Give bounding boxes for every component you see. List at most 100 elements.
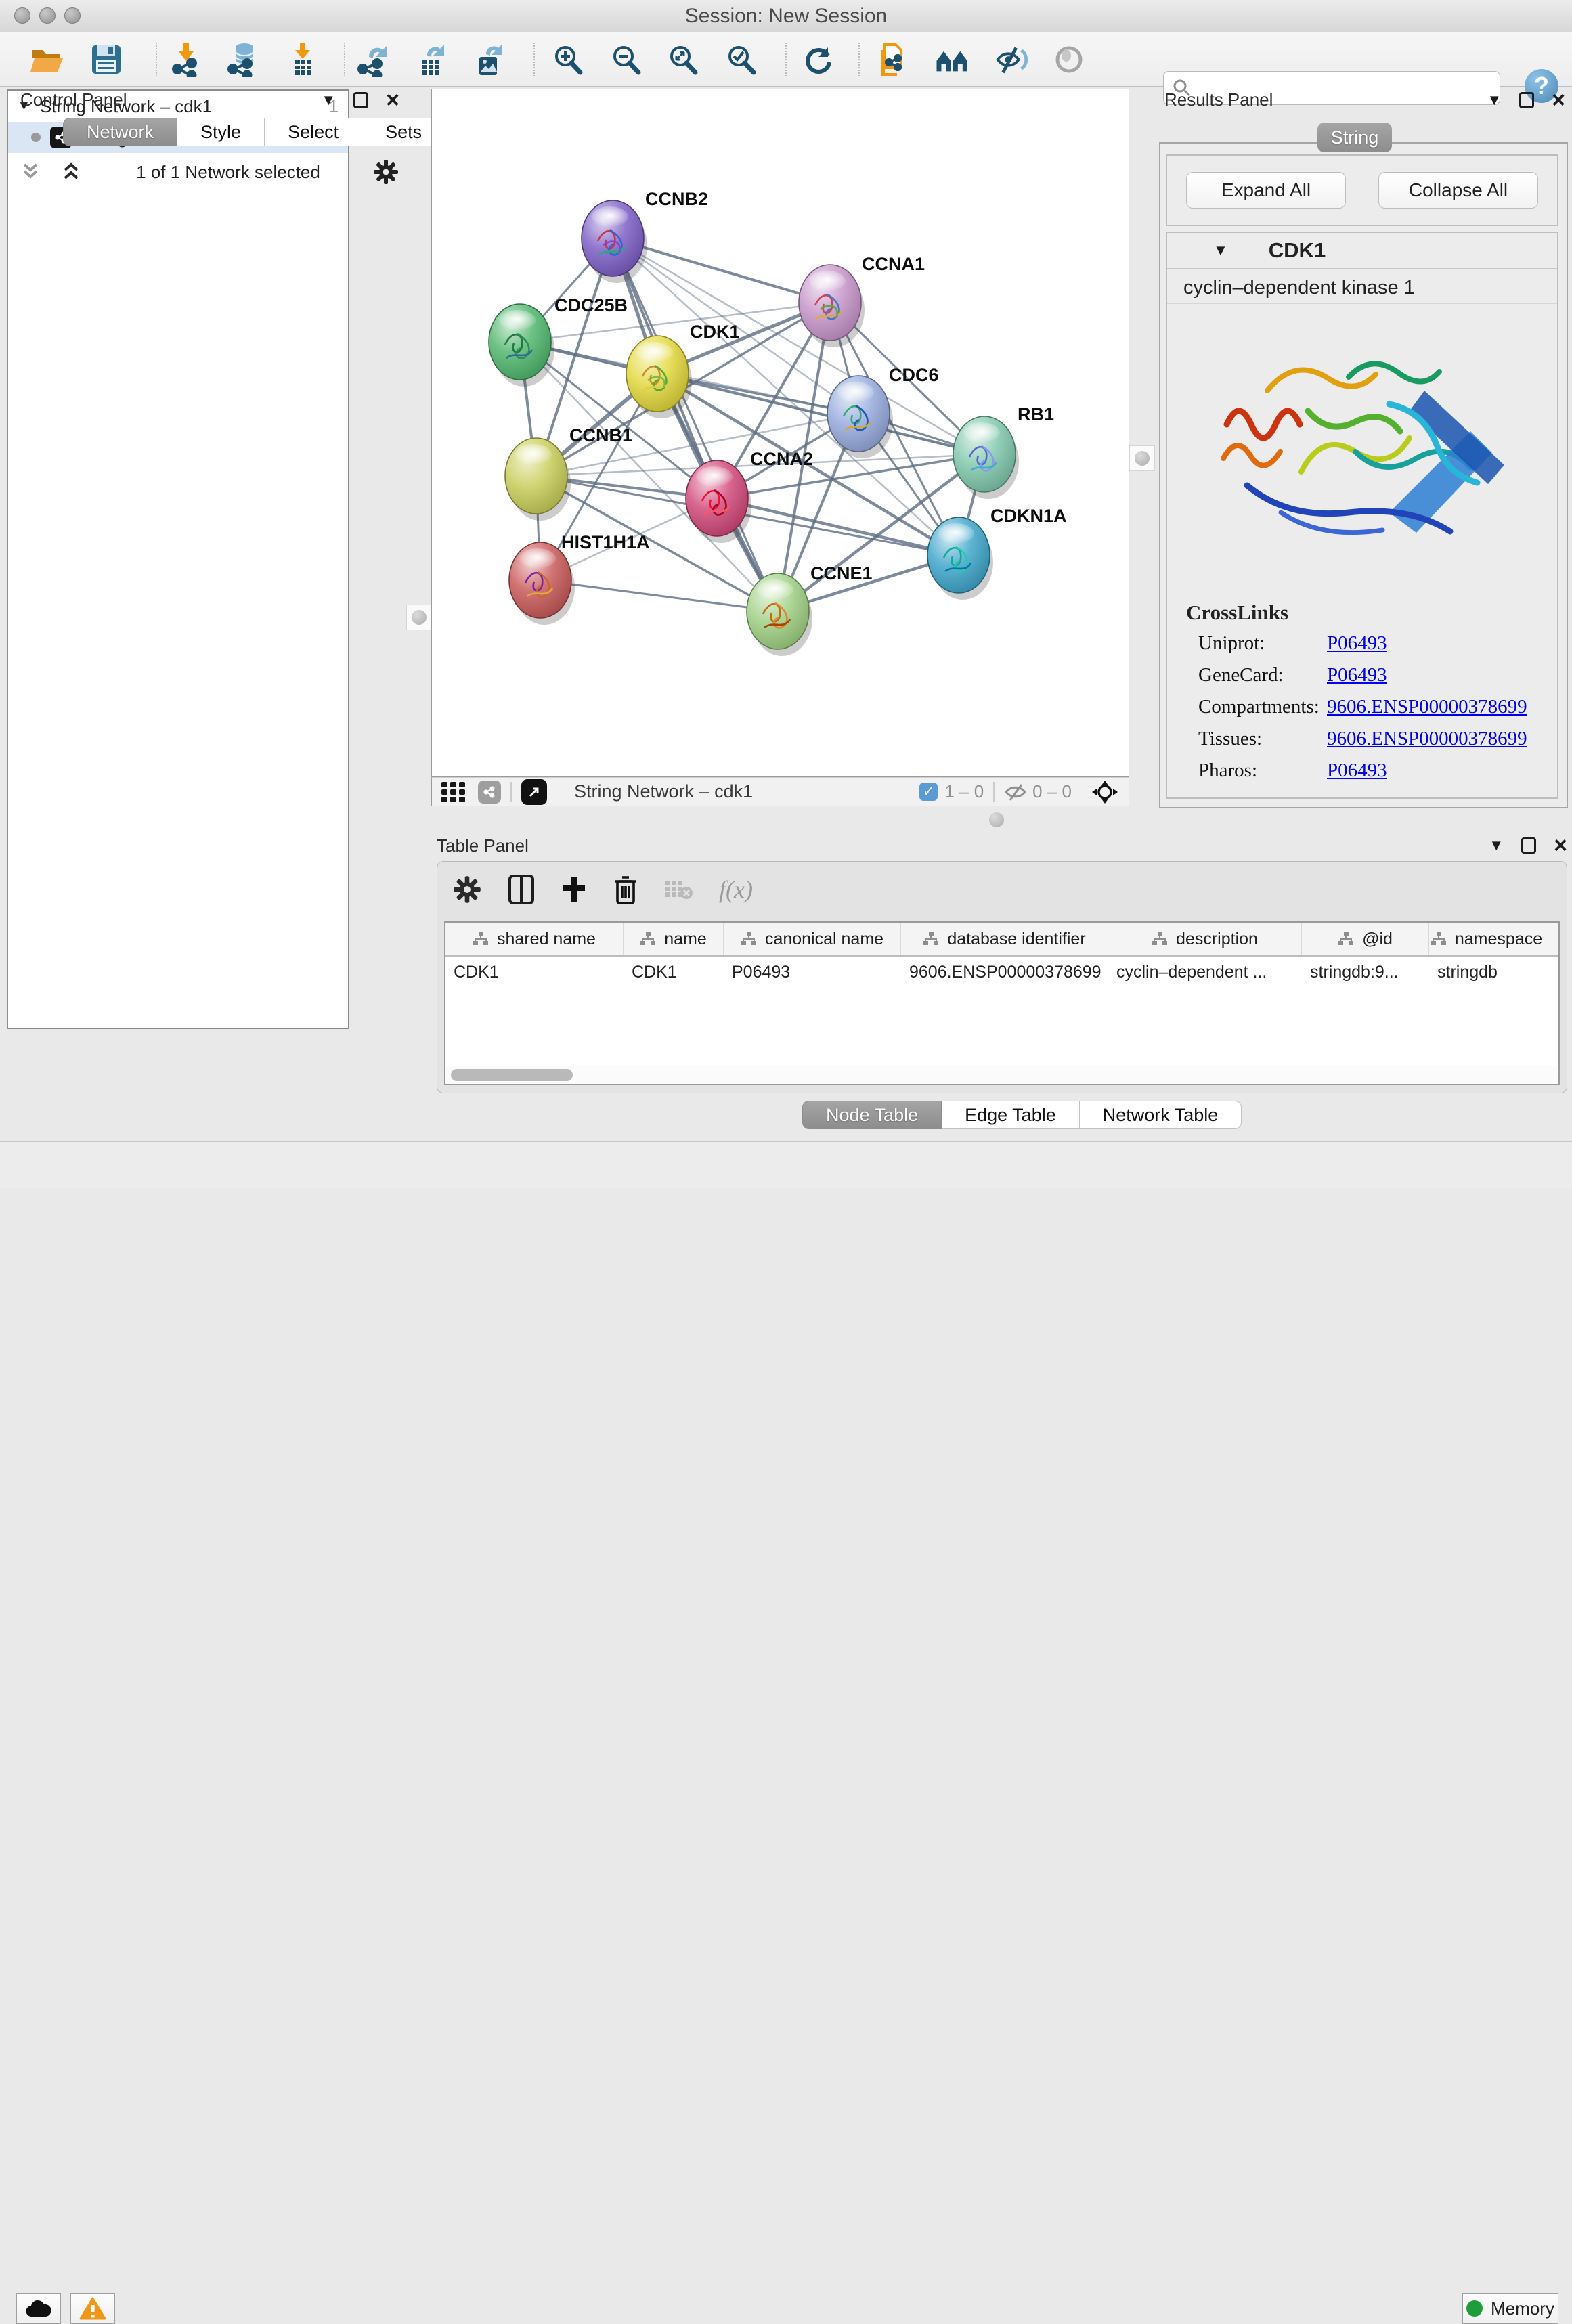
import-network-file-button[interactable] xyxy=(168,41,204,78)
cloud-status-button[interactable] xyxy=(16,2293,61,2324)
table-cell: cyclin–dependent ... xyxy=(1108,957,1302,988)
show-columns-icon[interactable] xyxy=(508,874,535,905)
crosslink-link[interactable]: P06493 xyxy=(1327,664,1387,686)
crosslink-link[interactable]: P06493 xyxy=(1327,760,1387,782)
panel-float-icon[interactable] xyxy=(353,92,368,108)
import-table-button[interactable] xyxy=(284,41,321,78)
export-table-icon xyxy=(414,42,449,77)
table-cell: CDK1 xyxy=(445,957,624,988)
section-expand-icon[interactable]: ▼ xyxy=(1213,242,1228,259)
collapse-all-button[interactable]: Collapse All xyxy=(1378,172,1538,209)
crosslink-label: Pharos: xyxy=(1198,760,1327,782)
open-session-button[interactable] xyxy=(28,41,65,78)
panel-float-icon[interactable] xyxy=(1521,837,1536,854)
new-network-from-selection-button[interactable] xyxy=(875,41,911,78)
control-tab-network[interactable]: Network xyxy=(63,118,177,146)
toolbar-separator xyxy=(156,43,157,76)
node-label-ccnb2: CCNB2 xyxy=(645,189,708,209)
hide-graphics-details-button[interactable] xyxy=(994,41,1030,78)
export-image-button[interactable] xyxy=(471,41,507,78)
table-type-tabs: Node TableEdge TableNetwork Table xyxy=(802,1101,1242,1129)
column-header-name[interactable]: name xyxy=(624,923,724,955)
network-view-icon[interactable] xyxy=(478,781,501,804)
right-splitter-handle[interactable] xyxy=(1129,445,1155,471)
network-node-cdkn1a[interactable]: CDKN1A xyxy=(927,506,1067,600)
expand-all-button[interactable]: Expand All xyxy=(1186,172,1346,209)
network-node-ccne1[interactable]: CCNE1 xyxy=(747,563,873,656)
panel-float-icon[interactable] xyxy=(1519,92,1534,108)
footer-separator xyxy=(993,782,995,802)
memory-button[interactable]: Memory xyxy=(1462,2293,1558,2324)
panel-close-icon[interactable]: × xyxy=(1552,92,1565,108)
control-tab-select[interactable]: Select xyxy=(265,118,362,146)
column-header-shared-name[interactable]: shared name xyxy=(445,923,624,955)
crosslink-link[interactable]: 9606.ENSP00000378699 xyxy=(1327,696,1527,718)
table-settings-gear-icon[interactable] xyxy=(452,875,482,904)
gene-name: CDK1 xyxy=(1269,238,1326,263)
node-label-ccna2: CCNA2 xyxy=(750,449,813,469)
panel-collapse-icon[interactable]: ▼ xyxy=(1487,91,1502,109)
left-splitter-handle[interactable] xyxy=(406,605,432,630)
collapse-all-icon[interactable] xyxy=(20,162,43,182)
column-header-database-identifier[interactable]: database identifier xyxy=(901,923,1108,955)
show-graphics-details-button[interactable] xyxy=(934,41,971,78)
network-node-cdc6[interactable]: CDC6 xyxy=(827,365,939,458)
table-row[interactable]: CDK1CDK1P064939606.ENSP00000378699cyclin… xyxy=(445,957,1558,988)
table-tab-network-table[interactable]: Network Table xyxy=(1080,1101,1242,1129)
gene-section-header[interactable]: ▼ CDK1 xyxy=(1167,233,1557,269)
table-horizontal-scrollbar[interactable] xyxy=(445,1066,1558,1084)
zoom-in-button[interactable] xyxy=(550,41,586,78)
column-header-description[interactable]: description xyxy=(1108,923,1302,955)
network-node-hist1h1a[interactable]: HIST1H1A xyxy=(509,532,650,625)
birdseye-view-icon[interactable] xyxy=(1091,779,1119,805)
crosslink-row: Pharos:P06493 xyxy=(1167,755,1557,787)
zoom-in-icon xyxy=(550,42,586,77)
results-tab-string[interactable]: String xyxy=(1317,123,1392,152)
column-header-canonical-name[interactable]: canonical name xyxy=(724,923,901,955)
crosslink-link[interactable]: P06493 xyxy=(1327,632,1387,655)
gear-icon[interactable] xyxy=(372,158,399,185)
current-network-dot xyxy=(31,133,41,142)
crosslink-link[interactable]: 9606.ENSP00000378699 xyxy=(1327,728,1527,750)
crosslink-label: Uniprot: xyxy=(1198,632,1327,655)
delete-column-trash-icon[interactable] xyxy=(613,875,638,904)
export-network-button[interactable] xyxy=(355,41,391,78)
toolbar-separator xyxy=(785,43,787,76)
expand-all-icon[interactable] xyxy=(61,162,84,182)
results-panel-title: Results Panel xyxy=(1164,89,1273,110)
network-node-ccna2[interactable]: CCNA2 xyxy=(686,449,813,543)
panel-collapse-icon[interactable]: ▼ xyxy=(1489,837,1504,854)
panel-collapse-icon[interactable]: ▼ xyxy=(321,91,336,109)
table-tab-edge-table[interactable]: Edge Table xyxy=(942,1101,1080,1129)
add-column-plus-icon[interactable] xyxy=(561,876,588,903)
grid-view-icon[interactable] xyxy=(441,781,467,803)
zoom-fit-button[interactable] xyxy=(665,41,701,78)
control-tab-style[interactable]: Style xyxy=(177,118,265,146)
column-tree-icon xyxy=(741,932,757,946)
sphere-icon xyxy=(1051,42,1087,77)
column-header-namespace[interactable]: namespace xyxy=(1429,923,1544,955)
table-tab-node-table[interactable]: Node Table xyxy=(802,1101,942,1129)
save-icon xyxy=(89,42,124,77)
column-header--id[interactable]: @id xyxy=(1302,923,1429,955)
horizontal-splitter-handle[interactable] xyxy=(984,810,1009,830)
network-graph[interactable]: CCNB2CCNA1CDC25BCDK1CDC6RB1CCNB1CCNA2CDK… xyxy=(432,89,1129,776)
selected-checkbox[interactable]: ✓ xyxy=(919,783,938,801)
detach-view-button[interactable] xyxy=(521,779,547,805)
import-network-database-button[interactable] xyxy=(225,41,261,78)
panel-close-icon[interactable]: × xyxy=(1554,837,1567,854)
panel-close-icon[interactable]: × xyxy=(386,92,399,108)
zoom-out-button[interactable] xyxy=(608,41,645,78)
gene-description: cyclin–dependent kinase 1 xyxy=(1167,269,1557,304)
show-all-graphics-button[interactable] xyxy=(1051,41,1087,78)
node-label-cdkn1a: CDKN1A xyxy=(990,506,1067,526)
network-node-rb1[interactable]: RB1 xyxy=(953,404,1054,499)
export-table-button[interactable] xyxy=(413,41,450,78)
network-canvas[interactable]: CCNB2CCNA1CDC25BCDK1CDC6RB1CCNB1CCNA2CDK… xyxy=(431,89,1129,777)
zoom-selected-button[interactable] xyxy=(723,41,760,78)
apply-style-refresh-button[interactable] xyxy=(800,41,837,78)
warnings-button[interactable] xyxy=(70,2293,115,2324)
scrollbar-thumb[interactable] xyxy=(451,1069,573,1081)
column-tree-icon xyxy=(1338,932,1354,946)
save-session-button[interactable] xyxy=(88,41,125,78)
